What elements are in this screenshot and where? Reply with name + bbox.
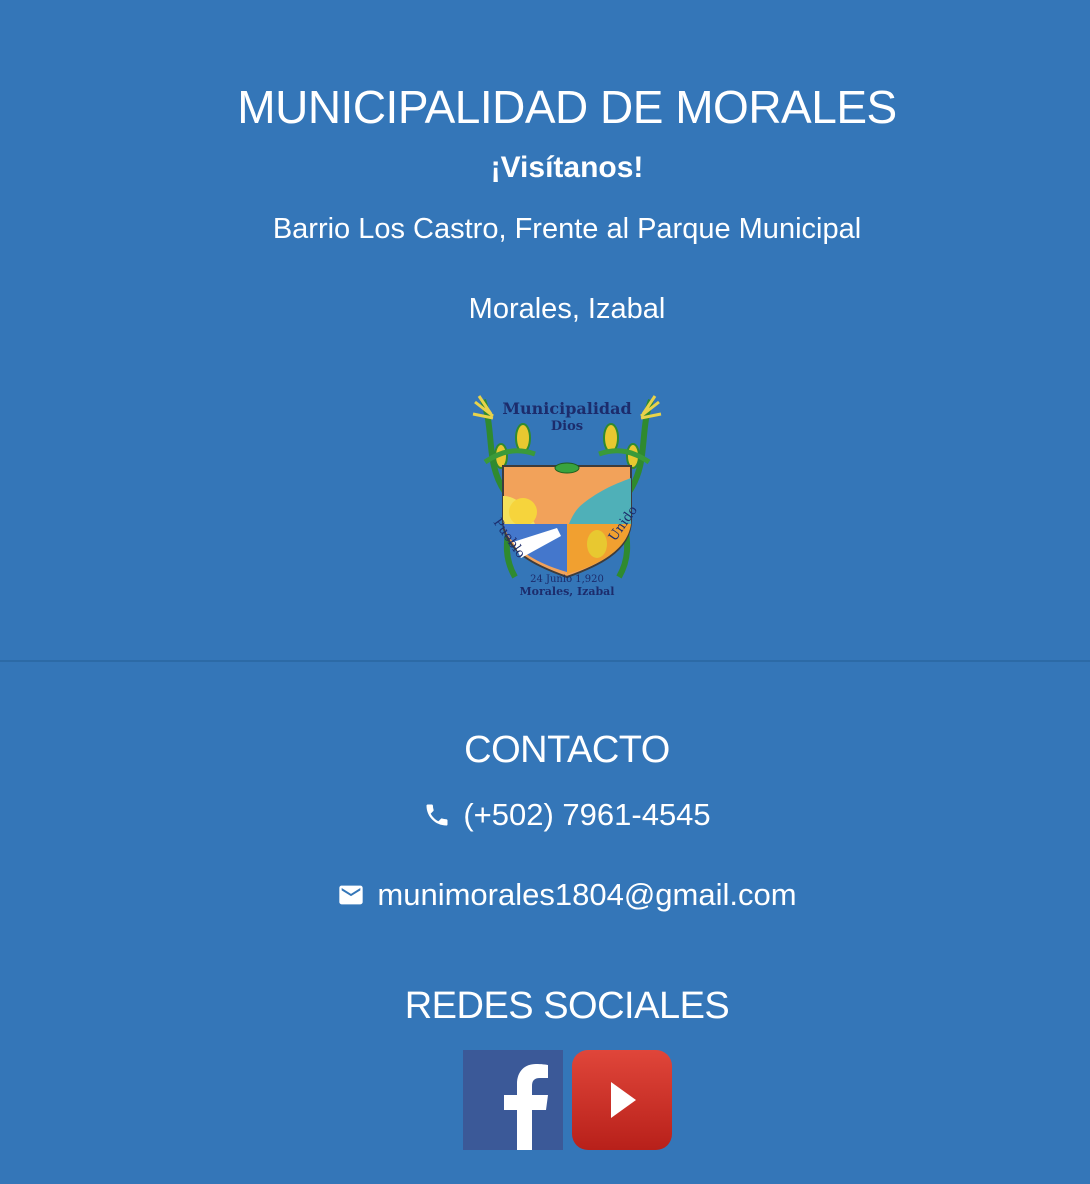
page-title: MUNICIPALIDAD DE MORALES bbox=[237, 81, 897, 133]
crest-top-text: Municipalidad bbox=[502, 399, 631, 418]
phone-link[interactable]: (+502) 7961-4545 bbox=[463, 795, 710, 835]
youtube-icon bbox=[572, 1050, 672, 1150]
facebook-icon bbox=[463, 1050, 563, 1150]
youtube-button[interactable] bbox=[572, 1050, 672, 1150]
visit-subtitle: ¡Visítanos! bbox=[490, 151, 644, 184]
facebook-button[interactable] bbox=[463, 1050, 563, 1150]
section-divider bbox=[0, 660, 1090, 662]
crest-date-text: 24 Junio 1,920 bbox=[530, 574, 604, 585]
phone-icon bbox=[426, 804, 448, 826]
municipal-crest-logo: Municipalidad Dios Pueblo Unido 24 Junio… bbox=[472, 395, 662, 598]
phone-contact[interactable]: (+502) 7961-4545 bbox=[0, 795, 1090, 835]
social-title: REDES SOCIALES bbox=[404, 985, 730, 1027]
email-link[interactable]: munimorales1804@gmail.com bbox=[377, 875, 796, 915]
crest-top-text-2: Dios bbox=[551, 419, 583, 434]
footer-page: MUNICIPALIDAD DE MORALES ¡Visítanos! Bar… bbox=[0, 0, 1090, 1184]
address-line-2: Morales, Izabal bbox=[468, 293, 666, 325]
crest-bottom-text: Morales, Izabal bbox=[520, 585, 615, 598]
address-line-1: Barrio Los Castro, Frente al Parque Muni… bbox=[272, 213, 862, 245]
social-links bbox=[463, 1050, 672, 1150]
contact-title: CONTACTO bbox=[464, 729, 670, 771]
email-icon bbox=[339, 885, 364, 905]
email-contact[interactable]: munimorales1804@gmail.com bbox=[0, 875, 1090, 915]
visit-section: MUNICIPALIDAD DE MORALES ¡Visítanos! Bar… bbox=[0, 0, 1090, 660]
